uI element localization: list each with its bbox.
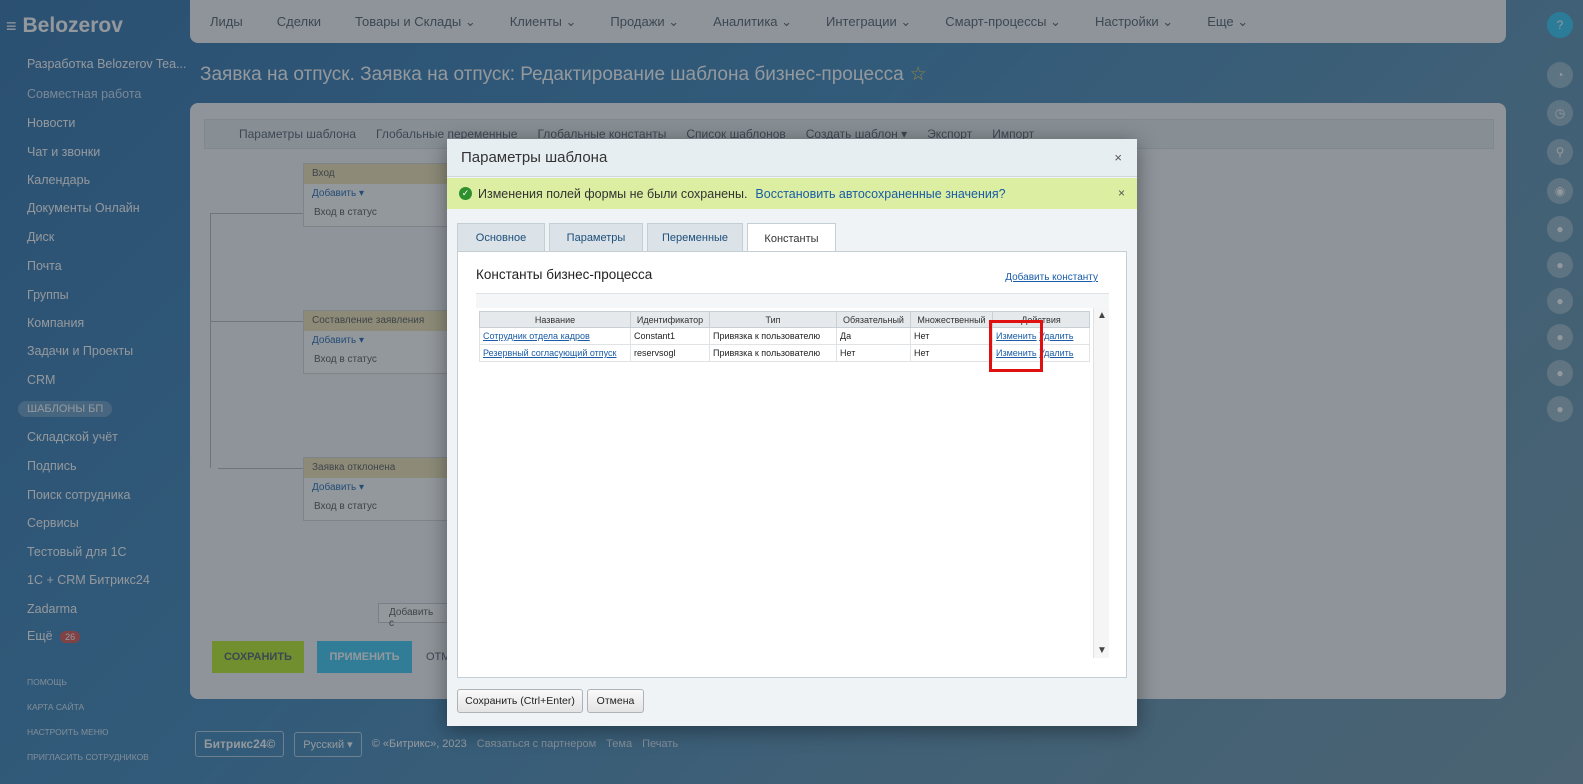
check-icon: ✓	[459, 187, 472, 200]
chevron-down-icon[interactable]: ▼	[1097, 645, 1107, 656]
constants-table: Название Идентификатор Тип Обязательный …	[479, 311, 1090, 362]
cell-type: Привязка к пользователю	[709, 344, 837, 362]
chevron-up-icon[interactable]: ▲	[1097, 310, 1107, 321]
cell-id: reservsogl	[630, 344, 710, 362]
col-actions: Действия	[992, 311, 1090, 328]
template-params-dialog: Параметры шаблона × ✓ Изменения полей фо…	[447, 139, 1137, 726]
col-required: Обязательный	[836, 311, 911, 328]
cell-actions: Изменить Удалить	[992, 327, 1090, 345]
cell-required: Да	[836, 327, 911, 345]
table-row: Сотрудник отдела кадров Constant1 Привяз…	[479, 327, 1090, 345]
cell-name: Резервный согласующий отпуск	[479, 344, 631, 362]
cell-actions: Изменить Удалить	[992, 344, 1090, 362]
dialog-cancel-button[interactable]: Отмена	[587, 689, 644, 713]
col-type: Тип	[709, 311, 837, 328]
notice-text: Изменения полей формы не были сохранены.	[478, 186, 748, 201]
delete-constant-link[interactable]: Удалить	[1039, 348, 1073, 358]
dialog-header: Параметры шаблона ×	[447, 139, 1137, 177]
cell-name: Сотрудник отдела кадров	[479, 327, 631, 345]
tab-main[interactable]: Основное	[457, 223, 545, 252]
cell-multiple: Нет	[910, 344, 993, 362]
tab-constants[interactable]: Константы	[747, 223, 836, 253]
dialog-close-icon[interactable]: ×	[1114, 150, 1122, 165]
tab-parameters[interactable]: Параметры	[549, 223, 643, 252]
cell-id: Constant1	[630, 327, 710, 345]
edit-constant-link[interactable]: Изменить	[996, 348, 1037, 358]
constants-header: Константы бизнес-процесса Добавить конст…	[476, 262, 1109, 294]
col-id: Идентификатор	[630, 311, 710, 328]
dialog-tabs: Основное Параметры Переменные Константы	[457, 223, 836, 253]
constants-section: Константы бизнес-процесса Добавить конст…	[476, 262, 1109, 658]
dialog-save-button[interactable]: Сохранить (Ctrl+Enter)	[457, 689, 583, 713]
tab-variables[interactable]: Переменные	[647, 223, 743, 252]
edit-constant-link[interactable]: Изменить	[996, 331, 1037, 341]
table-header-row: Название Идентификатор Тип Обязательный …	[479, 311, 1090, 328]
cell-type: Привязка к пользователю	[709, 327, 837, 345]
constants-title: Константы бизнес-процесса	[476, 267, 653, 282]
unsaved-notice: ✓ Изменения полей формы не были сохранен…	[447, 178, 1137, 209]
table-scrollbar[interactable]: ▲ ▼	[1093, 308, 1109, 658]
add-constant-link[interactable]: Добавить константу	[1005, 272, 1098, 283]
constants-panel: Константы бизнес-процесса Добавить конст…	[457, 251, 1127, 678]
constant-name-link[interactable]: Резервный согласующий отпуск	[483, 348, 617, 358]
col-multiple: Множественный	[910, 311, 993, 328]
delete-constant-link[interactable]: Удалить	[1039, 331, 1073, 341]
restore-autosave-link[interactable]: Восстановить автосохраненные значения?	[755, 187, 1005, 201]
notice-close-icon[interactable]: ×	[1118, 186, 1125, 200]
constants-table-container: Название Идентификатор Тип Обязательный …	[476, 308, 1109, 658]
cell-required: Нет	[836, 344, 911, 362]
dialog-title: Параметры шаблона	[461, 149, 608, 166]
cell-multiple: Нет	[910, 327, 993, 345]
col-name: Название	[479, 311, 631, 328]
constant-name-link[interactable]: Сотрудник отдела кадров	[483, 331, 590, 341]
table-row: Резервный согласующий отпуск reservsogl …	[479, 344, 1090, 362]
